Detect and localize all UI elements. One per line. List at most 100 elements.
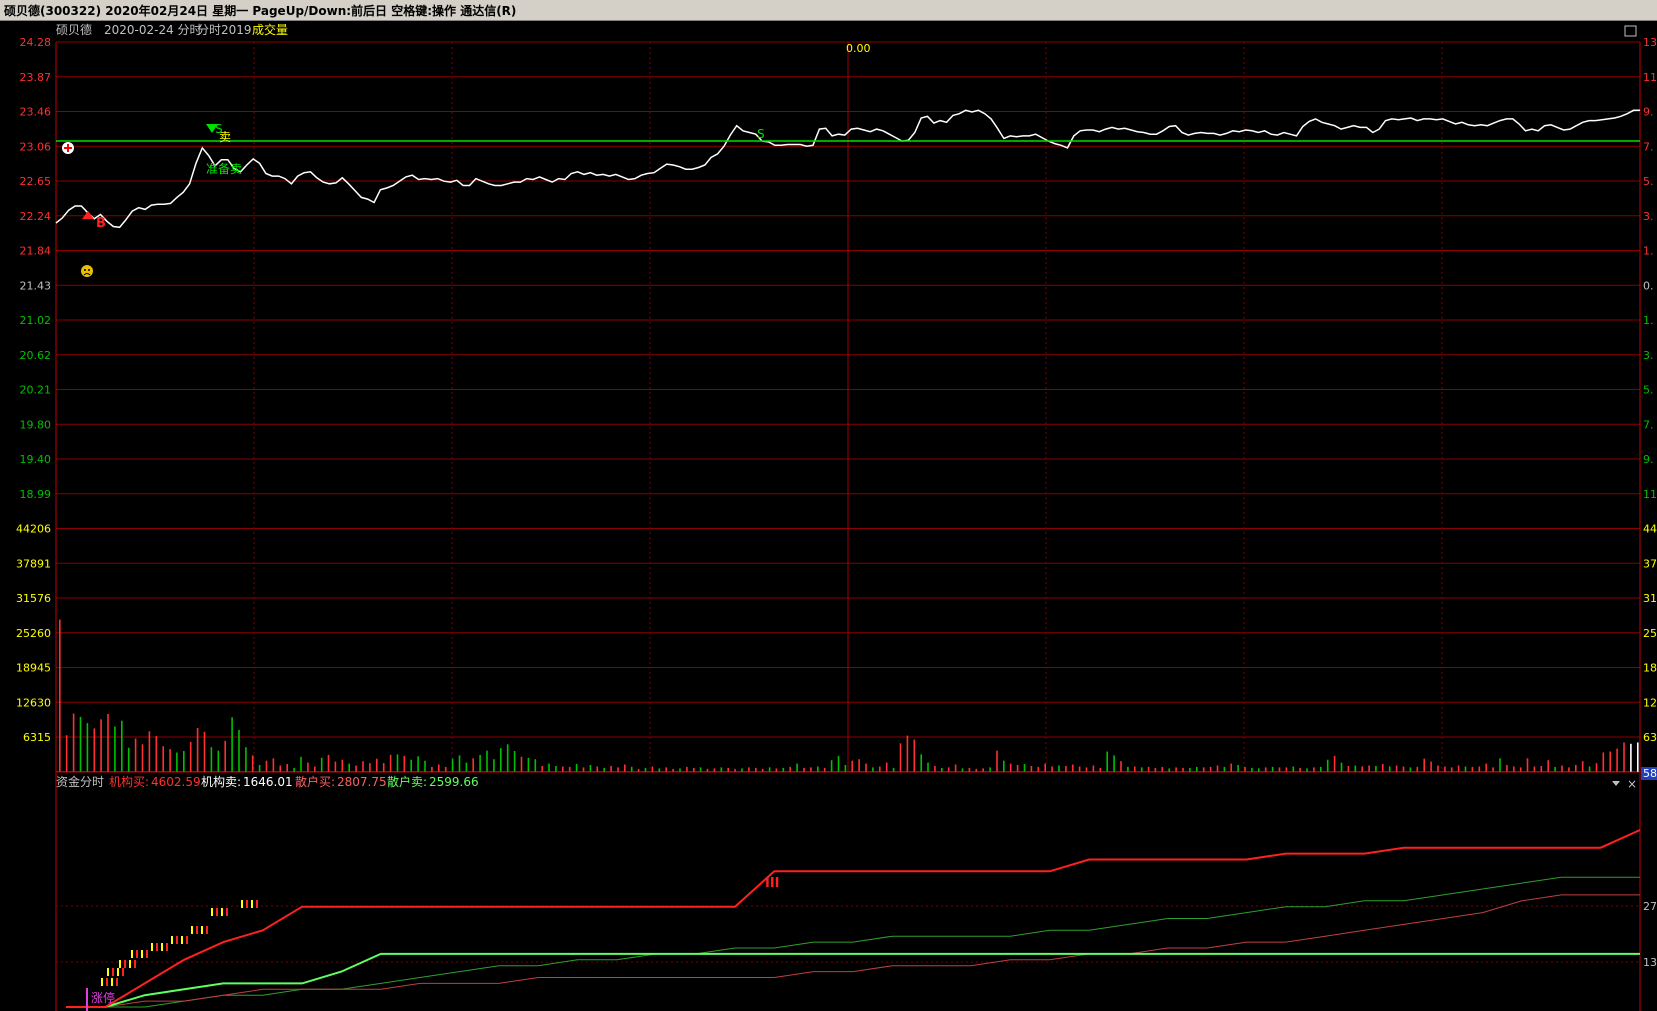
window-titlebar: 硕贝德(300322) 2020年02月24日 星期一 PageUp/Down:…: [0, 0, 1657, 21]
volume-bar: [79, 716, 82, 772]
volume-bar: [231, 717, 233, 772]
volume-tick-label: 31576: [16, 592, 51, 605]
volume-bar: [513, 751, 516, 772]
buy-signal-marker: B: [82, 211, 106, 231]
volume-bar: [1009, 763, 1012, 772]
volume-tick-label: 6315: [23, 731, 51, 744]
volume-bar: [286, 764, 288, 772]
sell-text-label: 卖: [219, 130, 231, 144]
volume-bar: [210, 747, 213, 772]
volume-bar: [376, 758, 378, 772]
volume-bar: [1072, 764, 1074, 772]
volume-bar: [196, 727, 199, 772]
volume-bar: [1423, 758, 1425, 772]
volume-bar: [1196, 766, 1198, 772]
volume-bar: [1271, 766, 1274, 772]
volume-bar: [1464, 766, 1467, 772]
fund-tick-marker: [206, 926, 208, 934]
indicator-label[interactable]: 成交量: [252, 22, 288, 37]
volume-bar: [1326, 759, 1329, 772]
volume-bar: [1609, 751, 1611, 772]
fund-tick-marker: [101, 978, 103, 986]
volume-bar: [1595, 763, 1598, 772]
volume-bar: [1106, 751, 1108, 772]
volume-bar: [1085, 767, 1088, 772]
volume-bar: [989, 767, 991, 772]
volume-bar: [1099, 767, 1102, 772]
pct-tick-label: 7.: [1643, 418, 1654, 431]
volume-bar: [1499, 758, 1501, 772]
volume-bar: [279, 765, 282, 772]
volume-bar: [1409, 767, 1412, 772]
fund-tick-marker: [111, 978, 113, 986]
close-panel-icon[interactable]: ×: [1627, 777, 1637, 791]
volume-bar: [1258, 768, 1260, 772]
volume-bar: [334, 761, 337, 772]
volume-bar: [1513, 766, 1515, 772]
volume-bar: [1581, 761, 1584, 772]
dropdown-arrow-icon[interactable]: [1612, 781, 1620, 786]
volume-bar: [1161, 766, 1164, 772]
retail-buy-label: 散户买:: [295, 774, 335, 789]
plus-circle-icon[interactable]: [62, 142, 74, 154]
volume-bar: [617, 767, 619, 772]
volume-bar: [1230, 763, 1232, 772]
volume-bar: [630, 766, 633, 772]
fund-tick-marker: [141, 950, 143, 958]
volume-bar: [348, 763, 350, 772]
date-mode-label: 2020-02-24 分时: [104, 23, 202, 37]
volume-bar: [520, 756, 523, 772]
intraday-chart[interactable]: 硕贝德 2020-02-24 分时 分时2019 成交量 24.28 13 23.8…: [0, 21, 1657, 1011]
volume-bar: [885, 762, 888, 772]
volume-bar: [954, 764, 957, 772]
s-marker-label: S: [757, 127, 765, 141]
volume-bar: [314, 766, 316, 772]
triple-mark-label: III: [765, 876, 780, 891]
volume-right-tick-label: 63: [1643, 731, 1657, 744]
fund-tick-marker: [196, 926, 198, 934]
fund-tick-marker: [134, 960, 136, 968]
volume-bar: [203, 731, 206, 772]
volume-bar: [1554, 766, 1556, 772]
volume-bar: [1588, 766, 1591, 772]
volume-right-tick-label: 44: [1643, 523, 1657, 536]
volume-bar: [596, 766, 599, 772]
fund-tick-marker: [221, 908, 223, 916]
panel-toggle-icon[interactable]: [1624, 25, 1637, 37]
volume-bar: [562, 766, 564, 772]
volume-right-tick-label: 37: [1643, 557, 1657, 570]
fund-tick-marker: [181, 936, 183, 944]
volume-bar: [148, 731, 151, 772]
volume-bar: [837, 755, 840, 772]
volume-bar: [665, 767, 667, 772]
mode-label[interactable]: 分时2019: [197, 23, 252, 37]
volume-bar: [114, 726, 116, 772]
volume-bar: [947, 767, 950, 772]
volume-bar: [706, 768, 709, 772]
volume-right-tick-label: 12: [1643, 696, 1657, 709]
volume-bar: [796, 763, 798, 772]
volume-bar: [727, 767, 729, 772]
buy-triangle-icon: [82, 211, 94, 219]
volume-bar: [1575, 765, 1577, 772]
volume-bar: [1506, 765, 1508, 772]
volume-bar: [1030, 766, 1033, 772]
volume-bar: [403, 755, 406, 772]
volume-bar: [72, 713, 75, 772]
volume-bar: [1209, 766, 1212, 772]
volume-bar: [431, 766, 433, 772]
volume-bar: [293, 767, 295, 772]
volume-bar: [238, 729, 240, 772]
price-tick-label: 21.84: [20, 245, 52, 258]
pct-tick-label: 1.: [1643, 314, 1654, 327]
volume-bar: [265, 760, 268, 772]
volume-bar: [858, 759, 860, 772]
volume-bar: [941, 767, 943, 772]
volume-bar: [968, 767, 971, 772]
volume-bar: [817, 766, 819, 772]
sad-face-icon: [81, 265, 93, 277]
pct-tick-label: 9.: [1643, 106, 1654, 119]
volume-bar: [451, 758, 454, 772]
volume-bar: [1533, 766, 1536, 772]
volume-bar: [527, 757, 530, 772]
